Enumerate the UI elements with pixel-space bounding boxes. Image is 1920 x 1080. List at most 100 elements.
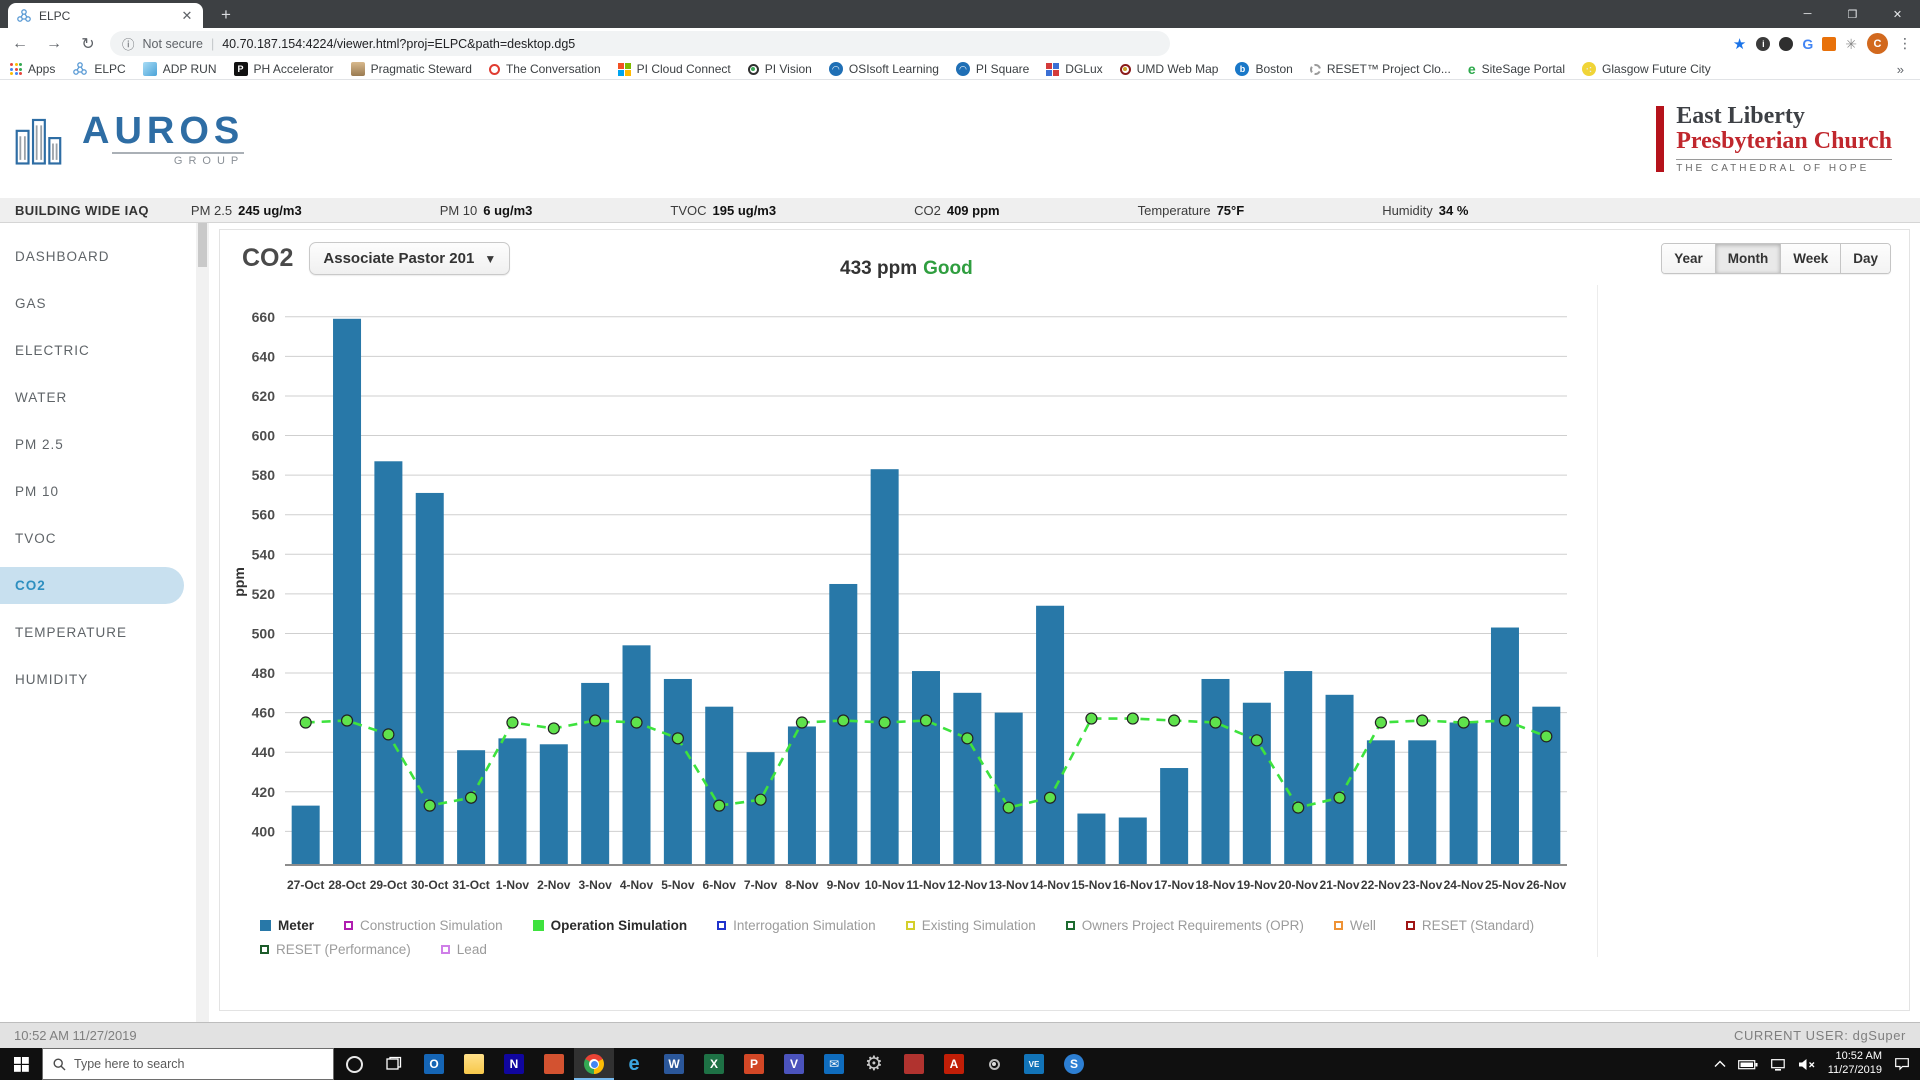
bookmark-pi-cloud-connect[interactable]: PI Cloud Connect xyxy=(618,62,731,76)
bar-2-Nov[interactable] xyxy=(540,744,568,865)
co2-chart[interactable]: 4004204404604805005205405605806006206406… xyxy=(230,285,1598,957)
bar-19-Nov[interactable] xyxy=(1243,703,1271,865)
info-icon[interactable]: ⓘ xyxy=(122,34,135,53)
bar-1-Nov[interactable] xyxy=(498,738,526,865)
bar-15-Nov[interactable] xyxy=(1077,814,1105,865)
bookmark-apps[interactable]: Apps xyxy=(10,62,55,76)
sim-marker-11-Nov[interactable] xyxy=(921,715,932,726)
sim-marker-20-Nov[interactable] xyxy=(1293,802,1304,813)
extension-g-icon[interactable]: G xyxy=(1802,37,1813,51)
bar-4-Nov[interactable] xyxy=(623,645,651,865)
taskbar-icon-powerpoint[interactable]: P xyxy=(734,1048,774,1080)
sim-marker-25-Nov[interactable] xyxy=(1499,715,1510,726)
extension-gray-icon[interactable]: ✳ xyxy=(1845,37,1857,51)
range-button-day[interactable]: Day xyxy=(1840,244,1890,273)
sim-marker-21-Nov[interactable] xyxy=(1334,792,1345,803)
bookmark-pragmatic-steward[interactable]: Pragmatic Steward xyxy=(351,62,472,76)
window-close-button[interactable]: ✕ xyxy=(1875,0,1920,28)
taskbar-icon-ve-app[interactable]: VE xyxy=(1014,1048,1054,1080)
taskbar-icon-outlook[interactable]: O xyxy=(414,1048,454,1080)
volume-muted-icon[interactable] xyxy=(1798,1058,1816,1071)
tab-close-icon[interactable]: ✕ xyxy=(179,8,195,24)
sim-marker-16-Nov[interactable] xyxy=(1127,713,1138,724)
taskbar-icon-app-red[interactable] xyxy=(894,1048,934,1080)
bar-16-Nov[interactable] xyxy=(1119,818,1147,865)
sim-marker-31-Oct[interactable] xyxy=(466,792,477,803)
room-selector-dropdown[interactable]: Associate Pastor 201 ▼ xyxy=(309,242,510,275)
taskbar-icon-chrome[interactable] xyxy=(574,1048,614,1080)
sidebar-item-pm-2-5[interactable]: PM 2.5 xyxy=(0,421,196,468)
bar-24-Nov[interactable] xyxy=(1450,723,1478,865)
taskbar-icon-file-explorer[interactable] xyxy=(454,1048,494,1080)
legend-item-operation-simulation[interactable]: Operation Simulation xyxy=(533,918,688,933)
back-button[interactable]: ← xyxy=(8,35,32,53)
sim-marker-19-Nov[interactable] xyxy=(1251,735,1262,746)
scrollbar-thumb[interactable] xyxy=(198,223,207,267)
sim-marker-29-Oct[interactable] xyxy=(383,729,394,740)
network-icon[interactable] xyxy=(1770,1058,1786,1071)
sim-marker-5-Nov[interactable] xyxy=(672,733,683,744)
taskbar-clock[interactable]: 10:52 AM 11/27/2019 xyxy=(1828,1050,1882,1078)
taskbar-icon-word[interactable]: W xyxy=(654,1048,694,1080)
legend-item-interrogation-simulation[interactable]: Interrogation Simulation xyxy=(717,918,876,933)
bar-14-Nov[interactable] xyxy=(1036,606,1064,865)
bar-22-Nov[interactable] xyxy=(1367,740,1395,865)
taskbar-icon-excel[interactable]: X xyxy=(694,1048,734,1080)
sidebar-item-gas[interactable]: GAS xyxy=(0,280,196,327)
sidebar-item-humidity[interactable]: HUMIDITY xyxy=(0,656,196,703)
sidebar-item-pm-10[interactable]: PM 10 xyxy=(0,468,196,515)
bar-5-Nov[interactable] xyxy=(664,679,692,865)
bookmark-pi-vision[interactable]: PI Vision xyxy=(748,62,812,76)
window-maximize-button[interactable]: ❐ xyxy=(1830,0,1875,28)
sim-marker-4-Nov[interactable] xyxy=(631,717,642,728)
bookmark-boston[interactable]: bBoston xyxy=(1235,62,1292,76)
sim-marker-10-Nov[interactable] xyxy=(879,717,890,728)
sim-marker-15-Nov[interactable] xyxy=(1086,713,1097,724)
bookmark-pi-square[interactable]: ◠PI Square xyxy=(956,62,1029,76)
bookmark-umd-web-map[interactable]: UMD Web Map xyxy=(1120,62,1219,76)
legend-item-reset-performance[interactable]: RESET (Performance) xyxy=(260,942,411,957)
taskbar-icon-app-orange[interactable] xyxy=(534,1048,574,1080)
bar-18-Nov[interactable] xyxy=(1201,679,1229,865)
taskbar-icon-contacts-app[interactable]: S xyxy=(1054,1048,1094,1080)
sidebar-scrollbar[interactable] xyxy=(196,223,209,1022)
bar-8-Nov[interactable] xyxy=(788,726,816,865)
new-tab-button[interactable]: + xyxy=(213,5,239,28)
battery-icon[interactable] xyxy=(1738,1059,1758,1070)
sim-marker-12-Nov[interactable] xyxy=(962,733,973,744)
bar-17-Nov[interactable] xyxy=(1160,768,1188,865)
start-button[interactable] xyxy=(0,1048,42,1080)
bookmark-the-conversation[interactable]: The Conversation xyxy=(489,62,601,76)
bar-23-Nov[interactable] xyxy=(1408,740,1436,865)
sidebar-item-water[interactable]: WATER xyxy=(0,374,196,421)
legend-item-lead[interactable]: Lead xyxy=(441,942,487,957)
legend-item-existing-simulation[interactable]: Existing Simulation xyxy=(906,918,1036,933)
tray-expand-icon[interactable] xyxy=(1714,1060,1726,1068)
bar-10-Nov[interactable] xyxy=(871,469,899,865)
url-bar[interactable]: ⓘ Not secure | 40.70.187.154:4224/viewer… xyxy=(110,31,1170,56)
co2-bar-chart-svg[interactable]: 4004204404604805005205405605806006206406… xyxy=(230,285,1575,905)
legend-item-owners-project-requirements-opr[interactable]: Owners Project Requirements (OPR) xyxy=(1066,918,1304,933)
taskbar-icon-mail[interactable]: ✉ xyxy=(814,1048,854,1080)
taskbar-search-box[interactable]: Type here to search xyxy=(42,1048,334,1080)
sim-marker-1-Nov[interactable] xyxy=(507,717,518,728)
refresh-button[interactable]: ↻ xyxy=(76,34,100,54)
browser-menu-icon[interactable]: ⋮ xyxy=(1898,35,1912,52)
bar-25-Nov[interactable] xyxy=(1491,628,1519,865)
taskbar-icon-app-n[interactable]: N xyxy=(494,1048,534,1080)
task-view-button[interactable] xyxy=(374,1048,414,1080)
bookmark-reset-project-clo[interactable]: RESET™ Project Clo... xyxy=(1310,62,1451,76)
legend-item-well[interactable]: Well xyxy=(1334,918,1376,933)
extension-info-icon[interactable]: i xyxy=(1756,37,1770,51)
cortana-button[interactable] xyxy=(334,1048,374,1080)
taskbar-icon-app-v[interactable]: V xyxy=(774,1048,814,1080)
bookmark-osisoft-learning[interactable]: ◠OSIsoft Learning xyxy=(829,62,939,76)
bar-3-Nov[interactable] xyxy=(581,683,609,865)
bookmark-dglux[interactable]: DGLux xyxy=(1046,62,1102,76)
bar-29-Oct[interactable] xyxy=(374,461,402,865)
range-button-week[interactable]: Week xyxy=(1780,244,1840,273)
taskbar-icon-edge[interactable]: e xyxy=(614,1048,654,1080)
legend-item-reset-standard[interactable]: RESET (Standard) xyxy=(1406,918,1534,933)
sim-marker-24-Nov[interactable] xyxy=(1458,717,1469,728)
sim-marker-13-Nov[interactable] xyxy=(1003,802,1014,813)
